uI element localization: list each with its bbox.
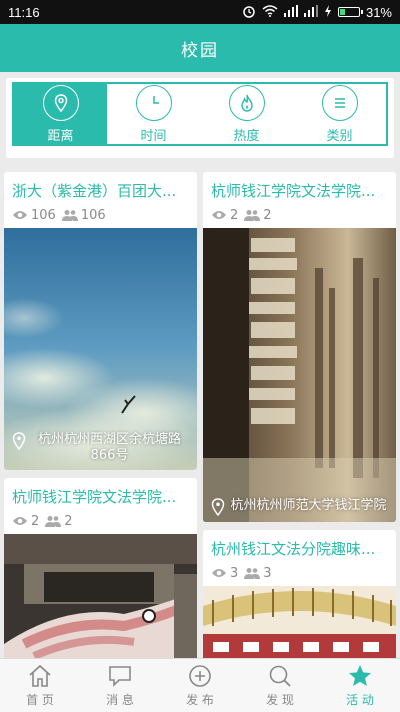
card-stats: 106 106 [4, 204, 197, 226]
card-title: 杭州钱江文法分院趣味... [211, 540, 376, 558]
home-icon [29, 664, 51, 687]
nav-label: 消 息 [106, 693, 134, 707]
views-stat: 3 [211, 566, 238, 581]
people-count: 3 [263, 565, 272, 581]
bookshelf-photo [203, 228, 396, 522]
message-icon [109, 666, 131, 687]
views-stat: 106 [12, 208, 56, 223]
nav-activities[interactable]: 活 动 [320, 659, 400, 712]
activity-card[interactable]: 杭师钱江学院文法学院... 2 2 [203, 172, 396, 522]
nav-label: 发 现 [266, 693, 294, 707]
status-time: 11:16 [8, 4, 40, 20]
status-icons: 31% [242, 4, 392, 21]
people-count: 106 [80, 207, 106, 223]
views-count: 3 [230, 565, 239, 581]
filter-tab-category[interactable]: 类别 [293, 84, 386, 144]
activity-card[interactable]: 杭州钱江文法分院趣味... 3 3 [203, 530, 396, 658]
star-icon [349, 665, 371, 686]
clock-icon [135, 84, 172, 121]
card-image-koi-flag [4, 534, 197, 658]
filter-tab-label: 距离 [47, 128, 74, 144]
koi-flag-photo [4, 534, 197, 658]
filter-segmented-control: 距离 时间 热度 类别 [12, 82, 388, 146]
eye-icon [212, 211, 226, 219]
people-count: 2 [263, 207, 272, 223]
card-stats: 2 2 [4, 510, 197, 532]
eye-icon [212, 569, 226, 577]
people-icon [45, 516, 62, 527]
signal-icon-2 [303, 4, 318, 20]
people-icon [61, 210, 78, 221]
battery-percent: 31% [365, 4, 392, 20]
views-count: 106 [31, 207, 56, 223]
eye-icon [13, 517, 27, 525]
card-stats: 2 2 [203, 204, 396, 226]
charging-icon [324, 4, 332, 20]
flame-icon [228, 84, 265, 121]
views-stat: 2 [12, 514, 39, 529]
filter-tab-popularity[interactable]: 热度 [200, 84, 293, 144]
people-stat: 3 [244, 565, 272, 581]
eye-icon [13, 211, 27, 219]
app-header: 校园 [0, 24, 400, 72]
people-icon [244, 210, 261, 221]
activity-card[interactable]: 杭师钱江学院文法学院... 2 2 [4, 478, 197, 658]
nav-publish[interactable]: 发 布 [160, 659, 240, 712]
activity-feed[interactable]: 浙大（紫金港）百团大... 106 106 杭州杭州西湖区余杭塘路866号 杭师… [0, 166, 400, 658]
stadium-photo [203, 586, 396, 658]
card-address: 杭州杭州西湖区余杭塘路866号 [37, 431, 181, 463]
status-bar: 11:16 31% [0, 0, 400, 24]
nav-label: 首 页 [26, 693, 54, 707]
page-title: 校园 [181, 40, 219, 61]
battery-icon [337, 7, 363, 17]
filter-tab-label: 类别 [326, 128, 353, 144]
filter-tab-label: 时间 [140, 128, 167, 144]
card-title: 杭师钱江学院文法学院... [12, 488, 177, 506]
location-pin-icon [12, 431, 26, 450]
menu-icon [321, 84, 358, 121]
card-image-sky: 杭州杭州西湖区余杭塘路866号 [4, 228, 197, 470]
filter-tab-distance[interactable]: 距离 [14, 84, 107, 144]
nav-home[interactable]: 首 页 [0, 659, 80, 712]
alarm-icon [242, 4, 256, 21]
card-address: 杭州杭州师范大学钱江学院 [230, 498, 387, 513]
views-stat: 2 [211, 208, 238, 223]
filter-tab-time[interactable]: 时间 [107, 84, 200, 144]
card-title: 浙大（紫金港）百团大... [12, 182, 177, 200]
people-icon [244, 568, 261, 579]
search-icon [269, 665, 291, 687]
filter-tab-label: 热度 [233, 128, 260, 144]
card-location: 杭州杭州师范大学钱江学院 [211, 498, 388, 516]
card-title: 杭师钱江学院文法学院... [211, 182, 376, 200]
card-stats: 3 3 [203, 562, 396, 584]
location-pin-icon [42, 84, 79, 121]
people-count: 2 [64, 513, 73, 529]
people-stat: 2 [45, 513, 73, 529]
plus-circle-icon [189, 665, 211, 687]
card-location: 杭州杭州西湖区余杭塘路866号 [12, 432, 189, 465]
views-count: 2 [31, 513, 40, 529]
card-image-books: 杭州杭州师范大学钱江学院 [203, 228, 396, 522]
activity-card[interactable]: 浙大（紫金港）百团大... 106 106 杭州杭州西湖区余杭塘路866号 [4, 172, 197, 470]
location-pin-icon [211, 498, 225, 516]
wifi-icon [262, 4, 278, 20]
people-stat: 106 [61, 207, 106, 223]
people-stat: 2 [244, 207, 272, 223]
filter-panel: 距离 时间 热度 类别 [6, 78, 394, 158]
nav-discover[interactable]: 发 现 [240, 659, 320, 712]
bottom-navigation: 首 页 消 息 发 布 发 现 活 动 [0, 658, 400, 712]
nav-label: 发 布 [186, 693, 214, 707]
views-count: 2 [230, 207, 239, 223]
signal-icon [283, 4, 298, 20]
nav-label: 活 动 [346, 693, 374, 707]
nav-messages[interactable]: 消 息 [80, 659, 160, 712]
card-image-stadium [203, 586, 396, 658]
